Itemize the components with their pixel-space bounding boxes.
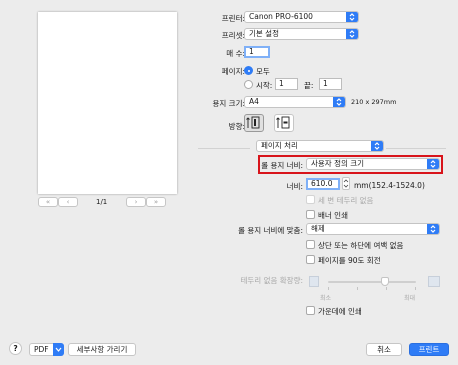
banner-print-checkbox[interactable] [306, 210, 315, 219]
pages-to-field[interactable]: 1 [319, 78, 342, 90]
paper-size-popup[interactable]: A4 [244, 96, 346, 108]
section-divider-left [198, 148, 250, 149]
last-page-button[interactable]: » [146, 197, 166, 207]
print-label: 프린트 [418, 345, 440, 354]
pages-all-label: 모두 [256, 67, 270, 76]
rotate-90-label: 페이지를 90도 회전 [318, 256, 381, 265]
roll-width-value: 사용자 정의 크기 [311, 159, 365, 168]
four-side-borderless-checkbox[interactable] [306, 195, 315, 204]
preset-value: 기본 설정 [249, 29, 279, 38]
pages-to-value: 1 [323, 79, 328, 88]
paper-dimensions: 210 x 297mm [351, 98, 397, 106]
preset-label: 프리셋: [221, 31, 245, 40]
extension-label: 테두리 없음 확장량: [240, 276, 304, 285]
stepper-icon [343, 179, 349, 188]
popup-arrows-icon [346, 29, 358, 39]
orientation-portrait-button[interactable] [244, 114, 264, 132]
orientation-label: 방향: [228, 122, 245, 131]
paper-size-label: 용지 크기: [212, 99, 245, 108]
section-divider-right [386, 148, 446, 149]
extension-slider-thumb[interactable] [381, 277, 389, 286]
extension-max-label: 최대 [404, 295, 416, 302]
copies-field[interactable]: 1 [244, 46, 270, 58]
pages-from-label: 시작: [256, 81, 273, 90]
pdf-dropdown-icon [53, 343, 64, 356]
prev-page-button[interactable]: ‹ [58, 197, 78, 207]
printer-label: 프린터: [221, 14, 245, 23]
width-stepper[interactable] [342, 177, 350, 190]
hide-details-label: 세부사항 가리기 [76, 345, 128, 354]
print-button[interactable]: 프린트 [409, 343, 449, 356]
popup-arrows-icon [427, 224, 439, 234]
slider-tick [415, 287, 416, 290]
rotate-90-checkbox[interactable] [306, 255, 315, 264]
printer-popup[interactable]: Canon PRO-6100 [244, 11, 359, 23]
popup-arrows-icon [371, 141, 383, 151]
pages-range-radio[interactable] [244, 80, 253, 89]
fit-roll-width-popup[interactable]: 해제 [306, 223, 440, 235]
slider-tick [328, 287, 329, 290]
help-glyph: ? [13, 344, 18, 353]
width-unit-range: mm(152.4-1524.0) [354, 181, 425, 190]
paper-size-value: A4 [249, 97, 259, 106]
roll-width-popup[interactable]: 사용자 정의 크기 [306, 158, 440, 170]
preset-popup[interactable]: 기본 설정 [244, 28, 359, 40]
extension-slider-ticks [328, 287, 416, 290]
pages-all-radio[interactable] [244, 66, 253, 75]
pdf-menu-button[interactable]: PDF [29, 343, 64, 356]
no-margin-checkbox[interactable] [306, 240, 315, 249]
section-value: 페이지 처리 [261, 141, 298, 150]
landscape-icon [276, 116, 290, 129]
printer-value: Canon PRO-6100 [249, 12, 313, 21]
pages-to-label: 끝: [304, 81, 314, 90]
width-label: 너비: [286, 182, 303, 191]
extension-max-icon [428, 276, 440, 287]
copies-value: 1 [249, 47, 254, 56]
slider-tick [386, 287, 387, 290]
width-value: 610.0 [311, 179, 333, 188]
width-field[interactable]: 610.0 [306, 178, 340, 190]
roll-width-label: 롤 용지 너비: [261, 161, 303, 170]
popup-arrows-icon [346, 12, 358, 22]
next-page-button[interactable]: › [126, 197, 146, 207]
page-preview [38, 12, 177, 194]
print-center-checkbox[interactable] [306, 306, 315, 315]
hide-details-button[interactable]: 세부사항 가리기 [68, 343, 136, 356]
cancel-button[interactable]: 취소 [366, 343, 402, 356]
print-center-label: 가운데에 인쇄 [318, 307, 362, 316]
page-indicator: 1/1 [96, 198, 108, 206]
four-side-borderless-label: 세 변 테두리 없음 [318, 196, 374, 205]
fit-roll-width-value: 해제 [311, 224, 325, 233]
extension-min-icon [309, 276, 319, 287]
banner-print-label: 배너 인쇄 [318, 211, 348, 220]
extension-min-label: 최소 [320, 295, 332, 302]
no-margin-label: 상단 또는 하단에 여백 없음 [318, 241, 404, 250]
help-button[interactable]: ? [9, 342, 22, 355]
popup-arrows-icon [427, 159, 439, 169]
pages-from-field[interactable]: 1 [275, 78, 298, 90]
page-navigator: « ‹ 1/1 › » [36, 197, 179, 209]
cancel-label: 취소 [377, 345, 391, 354]
extension-slider-track[interactable] [328, 281, 416, 283]
copies-label: 매 수: [226, 49, 245, 58]
pages-label: 페이지: [221, 67, 245, 76]
slider-tick [357, 287, 358, 290]
first-page-button[interactable]: « [38, 197, 58, 207]
pages-from-value: 1 [279, 79, 284, 88]
fit-roll-width-label: 롤 용지 너비에 맞춤: [238, 226, 303, 235]
orientation-landscape-button[interactable] [274, 114, 294, 132]
pdf-label: PDF [34, 345, 49, 354]
popup-arrows-icon [333, 97, 345, 107]
portrait-icon [246, 116, 260, 129]
section-popup[interactable]: 페이지 처리 [256, 140, 384, 152]
